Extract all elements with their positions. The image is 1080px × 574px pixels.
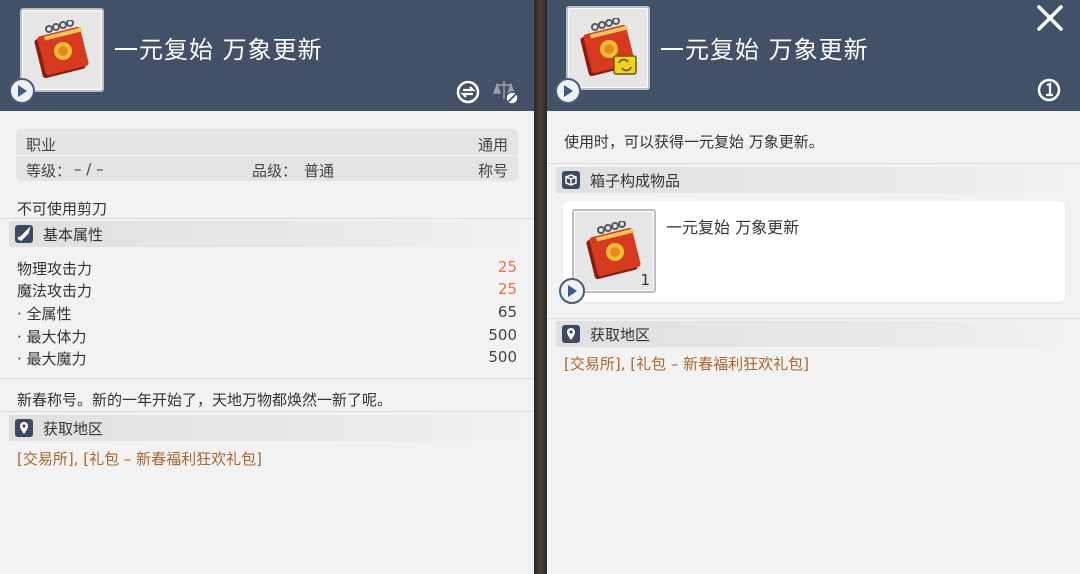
grade-label: 品级： bbox=[252, 162, 298, 180]
stat-value: 65 bbox=[497, 303, 517, 321]
level-label: 等级： bbox=[26, 162, 72, 180]
item-title: 一元复始 万象更新 bbox=[660, 36, 869, 64]
divider bbox=[547, 318, 1080, 319]
background-gap bbox=[534, 0, 547, 574]
stat-label: 魔法攻击力 bbox=[17, 282, 93, 300]
play-icon bbox=[568, 285, 577, 297]
stat-row: · 最大体力 500 bbox=[17, 326, 517, 348]
section-title: 获取地区 bbox=[590, 326, 651, 344]
red-book-icon bbox=[586, 221, 641, 280]
content-item-icon-box: 1 bbox=[572, 209, 656, 293]
scissors-note: 不可使用剪刀 bbox=[17, 200, 108, 218]
divider bbox=[0, 378, 534, 379]
stat-value: 25 bbox=[497, 280, 517, 298]
stat-label: 物理攻击力 bbox=[17, 260, 93, 278]
source-link[interactable]: [交易所], [礼包 – 新春福利狂欢礼包] bbox=[17, 448, 262, 469]
source-header: 获取地区 bbox=[9, 415, 529, 441]
scale-icon[interactable] bbox=[490, 77, 522, 107]
basic-attributes-header: 基本属性 bbox=[9, 221, 529, 247]
job-label: 职业 bbox=[26, 136, 57, 154]
stat-label: · 全属性 bbox=[17, 305, 72, 323]
play-button[interactable] bbox=[559, 278, 585, 304]
job-value: 通用 bbox=[477, 136, 508, 154]
close-icon[interactable] bbox=[1035, 3, 1065, 33]
red-book-icon bbox=[580, 18, 637, 77]
type-value: 称号 bbox=[477, 162, 508, 180]
panel-header: 一元复始 万象更新 bbox=[0, 0, 534, 111]
source-header: 获取地区 bbox=[556, 321, 1076, 347]
section-title: 基本属性 bbox=[43, 226, 104, 244]
location-icon bbox=[562, 325, 580, 343]
level-value: – / – bbox=[74, 160, 104, 178]
section-title: 箱子构成物品 bbox=[590, 172, 681, 190]
stat-label: · 最大体力 bbox=[17, 328, 87, 346]
play-icon bbox=[564, 85, 573, 97]
panel-header: 一元复始 万象更新 bbox=[547, 0, 1080, 111]
play-icon bbox=[18, 85, 27, 97]
grade-value: 普通 bbox=[304, 162, 335, 180]
info-icon[interactable] bbox=[1035, 76, 1063, 104]
source-link[interactable]: [交易所], [礼包 – 新春福利狂欢礼包] bbox=[564, 353, 809, 374]
sword-icon bbox=[15, 225, 33, 243]
section-title: 获取地区 bbox=[43, 420, 104, 438]
item-icon-box bbox=[20, 8, 104, 92]
summary-row-level: 等级： – / – 品级： 普通 称号 bbox=[16, 155, 518, 181]
item-summary: 职业 通用 等级： – / – 品级： 普通 称号 bbox=[16, 129, 518, 181]
item-quantity: 1 bbox=[640, 271, 650, 289]
stat-value: 500 bbox=[488, 326, 517, 344]
use-description: 使用时，可以获得一元复始 万象更新。 bbox=[564, 133, 824, 151]
item-detail-panel: 一元复始 万象更新 职业 通用 等级： – / – 品级： 普通 称号 不可使用… bbox=[0, 0, 534, 574]
summary-row-job: 职业 通用 bbox=[16, 129, 518, 155]
item-title: 一元复始 万象更新 bbox=[114, 36, 323, 64]
divider bbox=[0, 218, 534, 219]
play-button[interactable] bbox=[555, 78, 581, 104]
stat-row: · 最大魔力 500 bbox=[17, 348, 517, 370]
stat-row: · 全属性 65 bbox=[17, 303, 517, 325]
box-icon bbox=[562, 171, 580, 189]
stat-row: 物理攻击力 25 bbox=[17, 258, 517, 280]
divider bbox=[0, 411, 534, 412]
exchange-icon[interactable] bbox=[454, 78, 482, 106]
location-icon bbox=[15, 419, 33, 437]
play-button[interactable] bbox=[9, 78, 35, 104]
divider bbox=[547, 163, 1080, 164]
stat-row: 魔法攻击力 25 bbox=[17, 280, 517, 302]
stat-label: · 最大魔力 bbox=[17, 350, 87, 368]
item-tooltip-screen: 一元复始 万象更新 职业 通用 等级： – / – 品级： 普通 称号 不可使用… bbox=[0, 0, 1080, 574]
red-book-icon bbox=[34, 20, 89, 79]
stat-value: 25 bbox=[497, 258, 517, 276]
box-contents-header: 箱子构成物品 bbox=[556, 167, 1076, 193]
box-content-item[interactable]: 1 一元复始 万象更新 bbox=[559, 201, 1065, 304]
stat-value: 500 bbox=[488, 348, 517, 366]
content-item-name: 一元复始 万象更新 bbox=[666, 218, 800, 237]
box-detail-panel: 一元复始 万象更新 使用时，可以获得一元复始 万象更新。 箱子构成物品 1 一元… bbox=[547, 0, 1080, 574]
item-description: 新春称号。新的一年开始了，天地万物都焕然一新了呢。 bbox=[17, 391, 393, 409]
item-icon-box bbox=[566, 6, 650, 90]
